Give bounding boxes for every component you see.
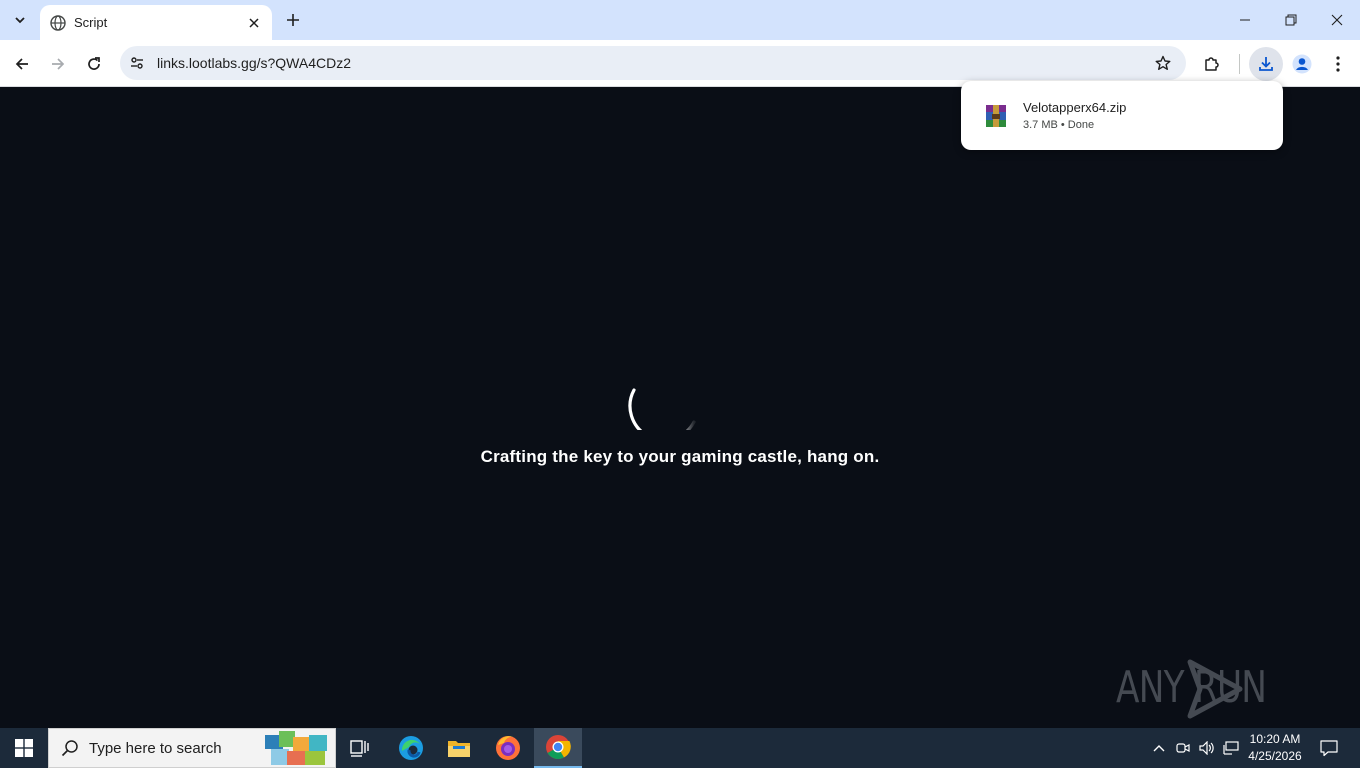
windows-taskbar: Type here to search 10:20 AM 4/25/2026 <box>0 728 1360 768</box>
folder-icon <box>448 741 470 757</box>
show-hidden-icons-button[interactable] <box>1148 728 1170 768</box>
reload-icon <box>88 57 100 70</box>
download-status: 3.7 MB • Done <box>1023 119 1095 131</box>
tab-search-button[interactable] <box>8 8 32 32</box>
tray-meet-now[interactable] <box>1172 728 1194 768</box>
profile-button[interactable] <box>1288 50 1316 78</box>
chevron-up-icon <box>1153 745 1165 752</box>
restore-button[interactable] <box>1268 0 1314 40</box>
firefox-icon <box>496 736 520 760</box>
chrome-icon <box>546 735 571 760</box>
speaker-icon <box>1199 741 1214 755</box>
clock-time: 10:20 AM <box>1249 732 1301 746</box>
edge-icon <box>399 736 423 760</box>
arrow-left-icon <box>15 58 28 70</box>
new-tab-button[interactable] <box>282 9 304 31</box>
page-content: Crafting the key to your gaming castle, … <box>0 88 1360 728</box>
notification-icon <box>1320 740 1338 757</box>
taskbar-file-explorer[interactable] <box>435 728 483 768</box>
download-file-name[interactable]: Velotapperx64.zip <box>1023 100 1126 115</box>
close-window-button[interactable] <box>1314 0 1360 40</box>
kebab-menu-icon <box>1336 56 1340 72</box>
plus-icon <box>287 14 299 26</box>
arrow-right-icon <box>52 58 65 70</box>
downloads-button[interactable] <box>1249 47 1283 81</box>
winrar-archive-icon <box>986 104 1006 127</box>
download-bubble[interactable]: Velotapperx64.zip 3.7 MB • Done <box>961 81 1283 150</box>
video-camera-icon <box>1176 743 1190 753</box>
extensions-button[interactable] <box>1198 50 1226 78</box>
minimize-icon <box>1240 19 1250 21</box>
minimize-button[interactable] <box>1222 0 1268 40</box>
close-tab-icon[interactable] <box>246 15 262 31</box>
loading-message: Crafting the key to your gaming castle, … <box>480 447 880 466</box>
tray-network[interactable] <box>1220 728 1242 768</box>
taskbar-firefox[interactable] <box>484 728 532 768</box>
task-view-icon <box>350 740 369 757</box>
chevron-down-icon <box>15 17 25 24</box>
url-text[interactable]: links.lootlabs.gg/s?QWA4CDz2 <box>157 55 1146 71</box>
browser-toolbar: links.lootlabs.gg/s?QWA4CDz2 <box>0 40 1360 87</box>
back-button[interactable] <box>8 50 36 78</box>
puzzle-icon <box>1205 57 1219 71</box>
clock-date: 4/25/2026 <box>1248 749 1302 763</box>
network-icon <box>1223 741 1239 755</box>
watermark-text: ANY RUN <box>1116 662 1267 713</box>
taskbar-edge[interactable] <box>387 728 435 768</box>
globe-icon <box>50 14 66 31</box>
anyrun-watermark: ANY RUN <box>1116 656 1316 722</box>
toolbar-separator <box>1239 54 1240 74</box>
loading-spinner-icon <box>628 388 696 430</box>
tray-volume[interactable] <box>1196 728 1218 768</box>
restore-icon <box>1285 14 1297 26</box>
search-icon <box>61 740 78 757</box>
forward-button[interactable] <box>44 50 72 78</box>
tab-strip: Script <box>0 0 1360 40</box>
address-bar[interactable]: links.lootlabs.gg/s?QWA4CDz2 <box>120 46 1186 80</box>
avatar-icon <box>1292 54 1312 74</box>
taskbar-chrome[interactable] <box>534 728 582 768</box>
tab-title: Script <box>74 15 108 30</box>
reload-button[interactable] <box>80 50 108 78</box>
start-button[interactable] <box>0 728 48 768</box>
puzzle-highlight-icon <box>265 731 327 765</box>
windows-logo-icon <box>15 739 33 757</box>
search-placeholder: Type here to search <box>89 739 222 757</box>
tab-active[interactable]: Script <box>40 5 272 40</box>
download-item[interactable]: Velotapperx64.zip 3.7 MB • Done <box>1023 100 1126 131</box>
bookmark-star-icon[interactable] <box>1146 46 1180 80</box>
site-settings-icon[interactable] <box>120 46 154 80</box>
taskbar-clock[interactable]: 10:20 AM 4/25/2026 <box>1240 731 1310 765</box>
task-view-button[interactable] <box>336 728 384 768</box>
close-icon <box>1331 14 1343 26</box>
download-icon <box>1259 57 1273 71</box>
action-center-button[interactable] <box>1316 728 1342 768</box>
taskbar-search-box[interactable]: Type here to search <box>48 728 336 768</box>
menu-button[interactable] <box>1324 50 1352 78</box>
